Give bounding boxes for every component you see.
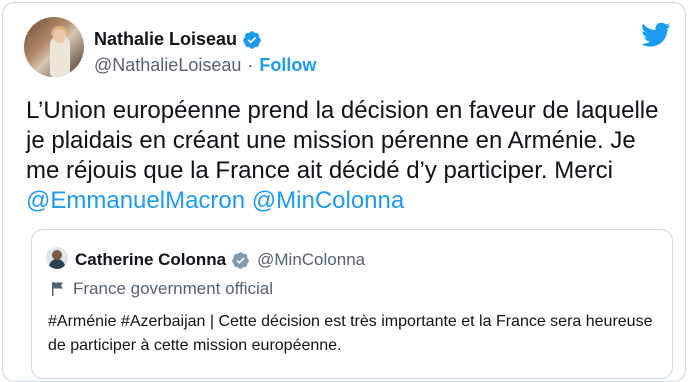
author-handle[interactable]: @NathalieLoiseau [94, 55, 241, 76]
government-label: France government official [51, 279, 273, 299]
embedded-tweet-card[interactable]: Nathalie Loiseau @NathalieLoiseau · Foll… [2, 2, 686, 382]
quoted-avatar-head [52, 250, 62, 260]
quoted-author-row[interactable]: Catherine Colonna @MinColonna [75, 250, 365, 270]
author-name[interactable]: Nathalie Loiseau [94, 29, 237, 50]
separator-dot: · [247, 55, 254, 75]
tweet-text: L’Union européenne prend la décision en … [26, 96, 666, 216]
quoted-avatar-body [49, 259, 65, 269]
quoted-author-handle[interactable]: @MinColonna [257, 250, 365, 270]
mention-mincolonna[interactable]: @MinColonna [252, 187, 404, 214]
quoted-author-name[interactable]: Catherine Colonna [75, 250, 226, 270]
verified-badge-icon [232, 251, 249, 269]
avatar-head [53, 29, 66, 43]
twitter-bird-icon[interactable] [641, 22, 671, 48]
tweet-body: L’Union européenne prend la décision en … [26, 97, 659, 184]
mention-emmanuelmacron[interactable]: @EmmanuelMacron [26, 187, 245, 214]
follow-button[interactable]: Follow [259, 55, 316, 76]
author-handle-row: @NathalieLoiseau · Follow [94, 55, 316, 76]
quoted-tweet-text: #Arménie #Azerbaijan | Cette décision es… [48, 313, 653, 354]
quoted-tweet[interactable]: Catherine Colonna @MinColonna France gov… [31, 229, 673, 379]
flag-icon [52, 282, 63, 296]
author-avatar[interactable] [24, 17, 84, 77]
quoted-author-avatar[interactable] [46, 247, 68, 269]
author-name-row[interactable]: Nathalie Loiseau [94, 29, 262, 50]
verified-badge-icon [243, 30, 261, 49]
government-label-text: France government official [73, 279, 274, 298]
